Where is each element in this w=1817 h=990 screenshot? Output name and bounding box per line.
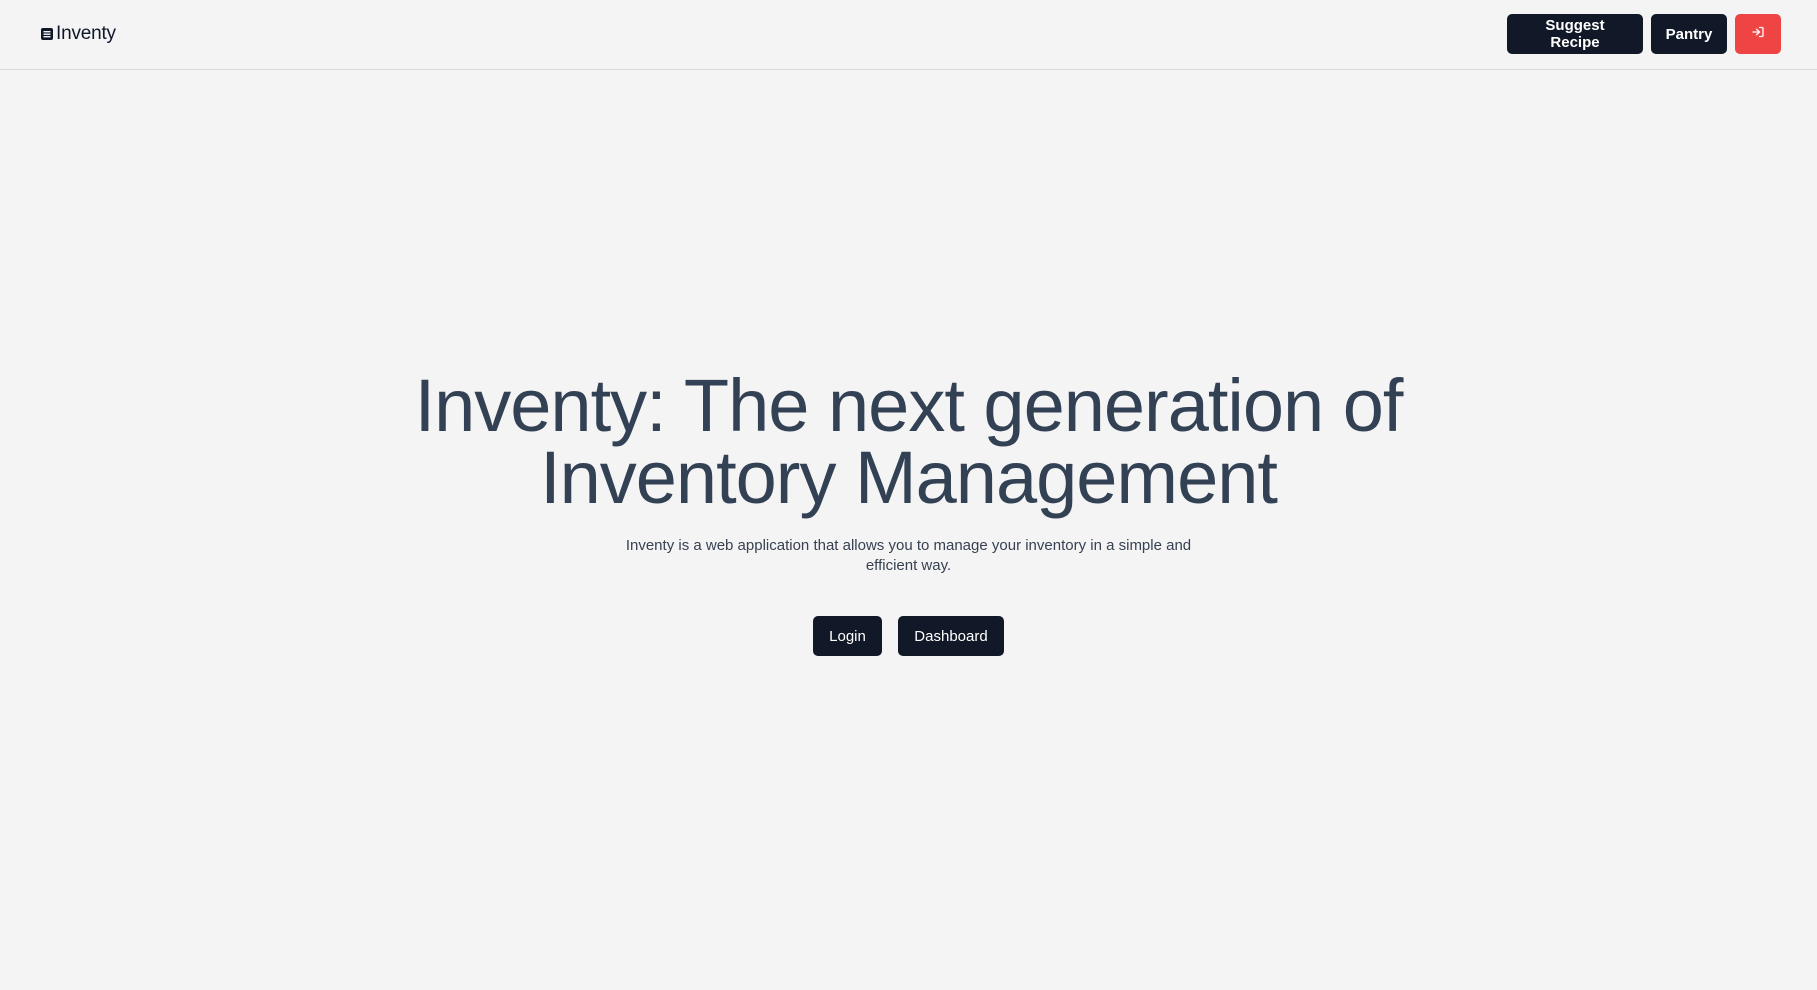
dashboard-button[interactable]: Dashboard <box>898 616 1004 656</box>
top-navbar: Inventy Suggest Recipe Pantry <box>0 0 1817 70</box>
hero-actions: Login Dashboard <box>0 616 1817 656</box>
brand-link[interactable]: Inventy <box>40 22 116 46</box>
document-list-icon <box>40 27 54 41</box>
suggest-recipe-button[interactable]: Suggest Recipe <box>1507 14 1643 54</box>
logout-button[interactable] <box>1735 14 1781 54</box>
logout-icon <box>1751 25 1765 43</box>
hero-subtitle: Inventy is a web application that allows… <box>625 537 1192 574</box>
brand-name: Inventy <box>56 23 116 44</box>
pantry-button[interactable]: Pantry <box>1651 14 1727 54</box>
hero-title: Inventy: The next generation of Inventor… <box>414 364 1404 519</box>
nav-actions: Suggest Recipe Pantry <box>1507 14 1781 54</box>
hero-section: Inventy: The next generation of Inventor… <box>0 364 1817 656</box>
login-button[interactable]: Login <box>813 616 882 656</box>
